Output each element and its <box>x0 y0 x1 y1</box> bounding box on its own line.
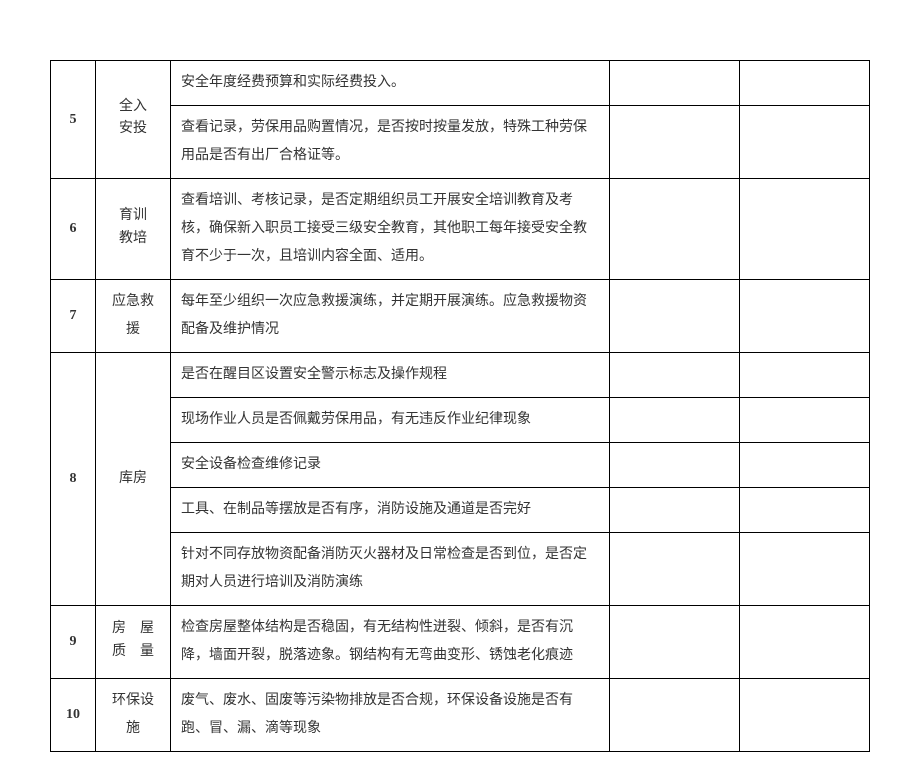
empty-cell <box>740 280 870 353</box>
category-cell: 房 屋 质 量 <box>96 606 171 679</box>
empty-cell <box>740 533 870 606</box>
empty-cell <box>610 179 740 280</box>
empty-cell <box>610 533 740 606</box>
category-cell: 全入 安投 <box>96 61 171 179</box>
empty-cell <box>610 106 740 179</box>
description-cell: 安全设备检查维修记录 <box>171 443 610 488</box>
empty-cell <box>740 179 870 280</box>
empty-cell <box>610 443 740 488</box>
table-row: 工具、在制品等摆放是否有序，消防设施及通道是否完好 <box>51 488 870 533</box>
row-number: 7 <box>51 280 96 353</box>
inspection-table: 5 全入 安投 安全年度经费预算和实际经费投入。 查看记录，劳保用品购置情况，是… <box>50 60 870 752</box>
empty-cell <box>610 280 740 353</box>
description-cell: 安全年度经费预算和实际经费投入。 <box>171 61 610 106</box>
category-line: 全入 <box>119 96 147 118</box>
category-cell: 库房 <box>96 353 171 606</box>
empty-cell <box>740 61 870 106</box>
description-cell: 检查房屋整体结构是否稳固，有无结构性迸裂、倾斜，是否有沉降，墙面开裂，脱落迹象。… <box>171 606 610 679</box>
category-line: 房 屋 <box>112 618 154 640</box>
empty-cell <box>610 353 740 398</box>
table-row: 7 应急救援 每年至少组织一次应急救援演练，并定期开展演练。应急救援物资配备及维… <box>51 280 870 353</box>
table-row: 现场作业人员是否佩戴劳保用品，有无违反作业纪律现象 <box>51 398 870 443</box>
description-cell: 每年至少组织一次应急救援演练，并定期开展演练。应急救援物资配备及维护情况 <box>171 280 610 353</box>
description-cell: 是否在醒目区设置安全警示标志及操作规程 <box>171 353 610 398</box>
row-number: 8 <box>51 353 96 606</box>
table-row: 8 库房 是否在醒目区设置安全警示标志及操作规程 <box>51 353 870 398</box>
empty-cell <box>740 398 870 443</box>
category-cell: 环保设施 <box>96 679 171 752</box>
empty-cell <box>610 488 740 533</box>
row-number: 5 <box>51 61 96 179</box>
description-cell: 查看培训、考核记录，是否定期组织员工开展安全培训教育及考核，确保新入职员工接受三… <box>171 179 610 280</box>
row-number: 10 <box>51 679 96 752</box>
table-row: 针对不同存放物资配备消防灭火器材及日常检查是否到位，是否定期对人员进行培训及消防… <box>51 533 870 606</box>
table-row: 6 育训 教培 查看培训、考核记录，是否定期组织员工开展安全培训教育及考核，确保… <box>51 179 870 280</box>
empty-cell <box>740 679 870 752</box>
row-number: 9 <box>51 606 96 679</box>
table-row: 5 全入 安投 安全年度经费预算和实际经费投入。 <box>51 61 870 106</box>
description-cell: 查看记录，劳保用品购置情况，是否按时按量发放，特殊工种劳保用品是否有出厂合格证等… <box>171 106 610 179</box>
empty-cell <box>610 606 740 679</box>
category-line: 质 量 <box>112 641 154 663</box>
category-cell: 应急救援 <box>96 280 171 353</box>
category-line: 育训 <box>119 205 147 227</box>
table-row: 安全设备检查维修记录 <box>51 443 870 488</box>
table-row: 9 房 屋 质 量 检查房屋整体结构是否稳固，有无结构性迸裂、倾斜，是否有沉降，… <box>51 606 870 679</box>
empty-cell <box>740 106 870 179</box>
category-line: 安投 <box>119 118 147 140</box>
category-line: 教培 <box>119 228 147 250</box>
description-cell: 工具、在制品等摆放是否有序，消防设施及通道是否完好 <box>171 488 610 533</box>
row-number: 6 <box>51 179 96 280</box>
description-cell: 废气、废水、固废等污染物排放是否合规，环保设备设施是否有跑、冒、漏、滴等现象 <box>171 679 610 752</box>
description-cell: 现场作业人员是否佩戴劳保用品，有无违反作业纪律现象 <box>171 398 610 443</box>
table-row: 10 环保设施 废气、废水、固废等污染物排放是否合规，环保设备设施是否有跑、冒、… <box>51 679 870 752</box>
description-cell: 针对不同存放物资配备消防灭火器材及日常检查是否到位，是否定期对人员进行培训及消防… <box>171 533 610 606</box>
empty-cell <box>610 61 740 106</box>
table-row: 查看记录，劳保用品购置情况，是否按时按量发放，特殊工种劳保用品是否有出厂合格证等… <box>51 106 870 179</box>
category-cell: 育训 教培 <box>96 179 171 280</box>
empty-cell <box>610 679 740 752</box>
empty-cell <box>610 398 740 443</box>
empty-cell <box>740 606 870 679</box>
empty-cell <box>740 488 870 533</box>
empty-cell <box>740 353 870 398</box>
empty-cell <box>740 443 870 488</box>
